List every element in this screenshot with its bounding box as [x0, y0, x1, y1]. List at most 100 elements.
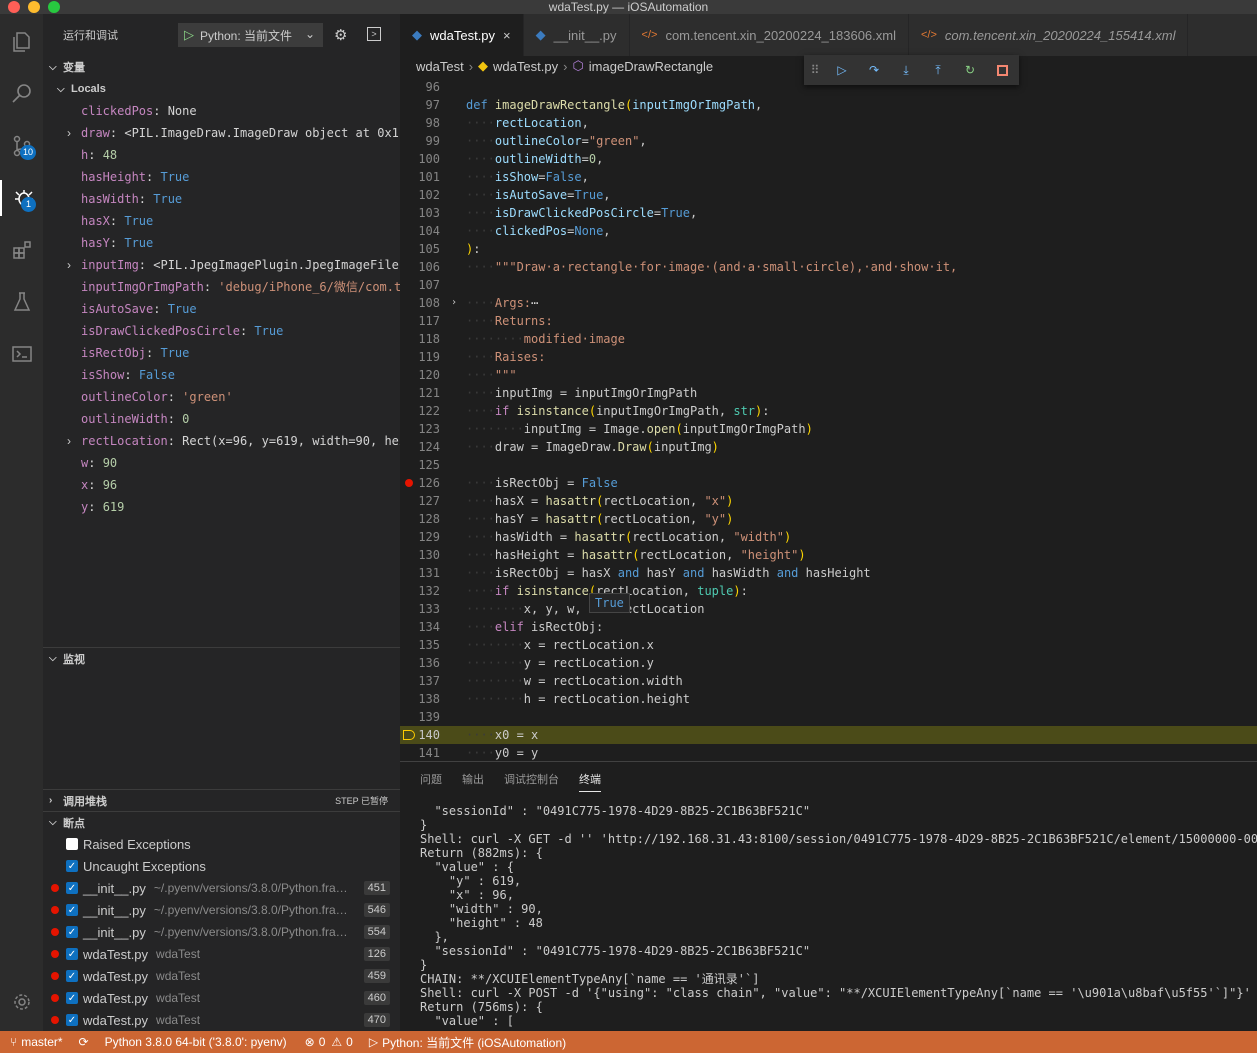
code-line[interactable]: 124 ····draw = ImageDraw.Draw(inputImg)	[400, 438, 1257, 456]
editor-tab[interactable]: </> com.tencent.xin_20200224_155414.xml	[909, 14, 1189, 56]
chevron-right-icon[interactable]: ›	[67, 122, 71, 144]
watch-section-header[interactable]: ⌵ 监视	[43, 647, 400, 669]
breakpoint-row[interactable]: ✓ wdaTest.py wdaTest 126	[43, 943, 400, 965]
code-line[interactable]: 121 ····inputImg = inputImgOrImgPath	[400, 384, 1257, 402]
code-line[interactable]: › 108 ····Args:⋯	[400, 294, 1257, 312]
breakpoint-row[interactable]: ✓ wdaTest.py wdaTest 460	[43, 987, 400, 1009]
variable-row[interactable]: isDrawClickedPosCircle: True	[43, 320, 400, 342]
checkbox[interactable]: ✓	[66, 882, 78, 894]
drag-handle-icon[interactable]: ⠿	[804, 63, 826, 77]
chevron-right-icon[interactable]: ›	[67, 430, 71, 452]
code-line[interactable]: 135 ········x = rectLocation.x	[400, 636, 1257, 654]
code-line[interactable]: 141 ····y0 = y	[400, 744, 1257, 761]
code-line[interactable]: 119 ····Raises:	[400, 348, 1257, 366]
code-line[interactable]: 122 ····if isinstance(inputImgOrImgPath, …	[400, 402, 1257, 420]
breakpoints-section-header[interactable]: ⌵ 断点	[43, 811, 400, 833]
warning-count[interactable]: 0	[346, 1035, 353, 1049]
code-line[interactable]: 139	[400, 708, 1257, 726]
run-debug-icon[interactable]: 1	[0, 180, 43, 216]
code-line[interactable]: 99 ····outlineColor="green",	[400, 132, 1257, 150]
variable-row[interactable]: isRectObj: True	[43, 342, 400, 364]
code-line[interactable]: 118 ········modified·image	[400, 330, 1257, 348]
code-line[interactable]: 126 ····isRectObj = False	[400, 474, 1257, 492]
code-line[interactable]: 127 ····hasX = hasattr(rectLocation, "x")	[400, 492, 1257, 510]
code-line[interactable]: 107	[400, 276, 1257, 294]
code-line[interactable]: 137 ········w = rectLocation.width	[400, 672, 1257, 690]
remote-terminal-icon[interactable]	[0, 336, 43, 372]
variable-row[interactable]: clickedPos: None	[43, 100, 400, 122]
gear-icon[interactable]: ⚙	[334, 26, 347, 44]
chevron-right-icon[interactable]: ›	[67, 254, 71, 276]
panel-tab[interactable]: 调试控制台	[504, 768, 559, 792]
breadcrumb-symbol[interactable]: imageDrawRectangle	[589, 59, 713, 74]
code-line[interactable]: 125	[400, 456, 1257, 474]
search-icon[interactable]	[0, 76, 43, 112]
debug-console-icon[interactable]: >	[367, 27, 381, 41]
breadcrumb-file[interactable]: wdaTest.py	[493, 59, 558, 74]
code-line[interactable]: 134 ····elif isRectObj:	[400, 618, 1257, 636]
testing-icon[interactable]	[0, 284, 43, 320]
step-into-icon[interactable]: ⤓	[890, 63, 922, 78]
breakpoint-row[interactable]: ✓ wdaTest.py wdaTest 459	[43, 965, 400, 987]
stop-icon[interactable]	[986, 64, 1018, 76]
breakpoint-dot-icon[interactable]	[405, 479, 413, 487]
checkbox[interactable]	[66, 838, 78, 850]
code-line[interactable]: 98 ····rectLocation,	[400, 114, 1257, 132]
start-debug-icon[interactable]: ▷	[184, 27, 194, 43]
python-interpreter[interactable]: Python 3.8.0 64-bit ('3.8.0': pyenv)	[105, 1035, 287, 1049]
step-out-icon[interactable]: ⤒	[922, 63, 954, 78]
code-line[interactable]: 136 ········y = rectLocation.y	[400, 654, 1257, 672]
code-line[interactable]: 140 ····x0 = x	[400, 726, 1257, 744]
variable-row[interactable]: w: 90	[43, 452, 400, 474]
variable-row[interactable]: hasX: True	[43, 210, 400, 232]
extensions-icon[interactable]	[0, 232, 43, 268]
editor-tab[interactable]: </> com.tencent.xin_20200224_183606.xml	[629, 14, 909, 56]
source-control-icon[interactable]: 10	[0, 128, 43, 164]
breakpoint-row[interactable]: ✓ __init__.py ~/.pyenv/versions/3.8.0/Pyth…	[43, 899, 400, 921]
code-line[interactable]: 106 ····"""Draw·a·rectangle·for·image·(an…	[400, 258, 1257, 276]
breakpoint-row[interactable]: ✓ __init__.py ~/.pyenv/versions/3.8.0/Pyth…	[43, 877, 400, 899]
variable-row[interactable]: › inputImg: <PIL.JpegImagePlugin.JpegImag…	[43, 254, 400, 276]
breadcrumb-folder[interactable]: wdaTest	[416, 59, 464, 74]
debug-status[interactable]: Python: 当前文件 (iOSAutomation)	[382, 1034, 566, 1051]
sync-icon[interactable]: ⟳	[79, 1035, 89, 1049]
variable-row[interactable]: › draw: <PIL.ImageDraw.ImageDraw object a…	[43, 122, 400, 144]
fold-chevron-icon[interactable]: ›	[451, 294, 457, 312]
close-icon[interactable]: ×	[503, 28, 511, 43]
code-line[interactable]: 132 ····if isinstance(rectLocation, tuple…	[400, 582, 1257, 600]
code-line[interactable]: 101 ····isShow=False,	[400, 168, 1257, 186]
code-line[interactable]: 133 ········x, y, w, h = rectLocation	[400, 600, 1257, 618]
debug-config-select[interactable]: ▷ Python: 当前文件 ⌄	[178, 23, 323, 47]
git-branch[interactable]: master*	[21, 1035, 62, 1049]
call-stack-section-header[interactable]: › 调用堆栈 STEP 已暂停	[43, 789, 400, 811]
variable-row[interactable]: inputImgOrImgPath: 'debug/iPhone_6/微信/co…	[43, 276, 400, 298]
variables-section-header[interactable]: ⌵ 变量	[43, 56, 400, 78]
code-line[interactable]: 123 ········inputImg = Image.open(inputIm…	[400, 420, 1257, 438]
code-line[interactable]: 130 ····hasHeight = hasattr(rectLocation,…	[400, 546, 1257, 564]
code-line[interactable]: 129 ····hasWidth = hasattr(rectLocation, …	[400, 528, 1257, 546]
continue-icon[interactable]: ▷	[826, 63, 858, 77]
code-line[interactable]: 138 ········h = rectLocation.height	[400, 690, 1257, 708]
panel-tab[interactable]: 问题	[420, 768, 442, 792]
variable-row[interactable]: h: 48	[43, 144, 400, 166]
variable-row[interactable]: isShow: False	[43, 364, 400, 386]
checkbox[interactable]: ✓	[66, 948, 78, 960]
checkbox[interactable]: ✓	[66, 904, 78, 916]
explorer-icon[interactable]	[0, 24, 43, 60]
variable-row[interactable]: › rectLocation: Rect(x=96, y=619, width=9…	[43, 430, 400, 452]
variable-row[interactable]: y: 619	[43, 496, 400, 518]
code-line[interactable]: 117 ····Returns:	[400, 312, 1257, 330]
breakpoint-row[interactable]: ✓ __init__.py ~/.pyenv/versions/3.8.0/Pyth…	[43, 921, 400, 943]
checkbox[interactable]: ✓	[66, 926, 78, 938]
code-line[interactable]: 128 ····hasY = hasattr(rectLocation, "y")	[400, 510, 1257, 528]
panel-tab[interactable]: 输出	[462, 768, 484, 792]
checkbox[interactable]: ✓	[66, 970, 78, 982]
variable-row[interactable]: hasY: True	[43, 232, 400, 254]
variable-row[interactable]: x: 96	[43, 474, 400, 496]
settings-gear-icon[interactable]	[0, 984, 43, 1020]
code-line[interactable]: 102 ····isAutoSave=True,	[400, 186, 1257, 204]
variable-row[interactable]: isAutoSave: True	[43, 298, 400, 320]
code-line[interactable]: 105):	[400, 240, 1257, 258]
code-line[interactable]: 103 ····isDrawClickedPosCircle=True,	[400, 204, 1257, 222]
code-editor[interactable]: 96 97 def imageDrawRectangle(inputImgOrImg…	[400, 78, 1257, 761]
